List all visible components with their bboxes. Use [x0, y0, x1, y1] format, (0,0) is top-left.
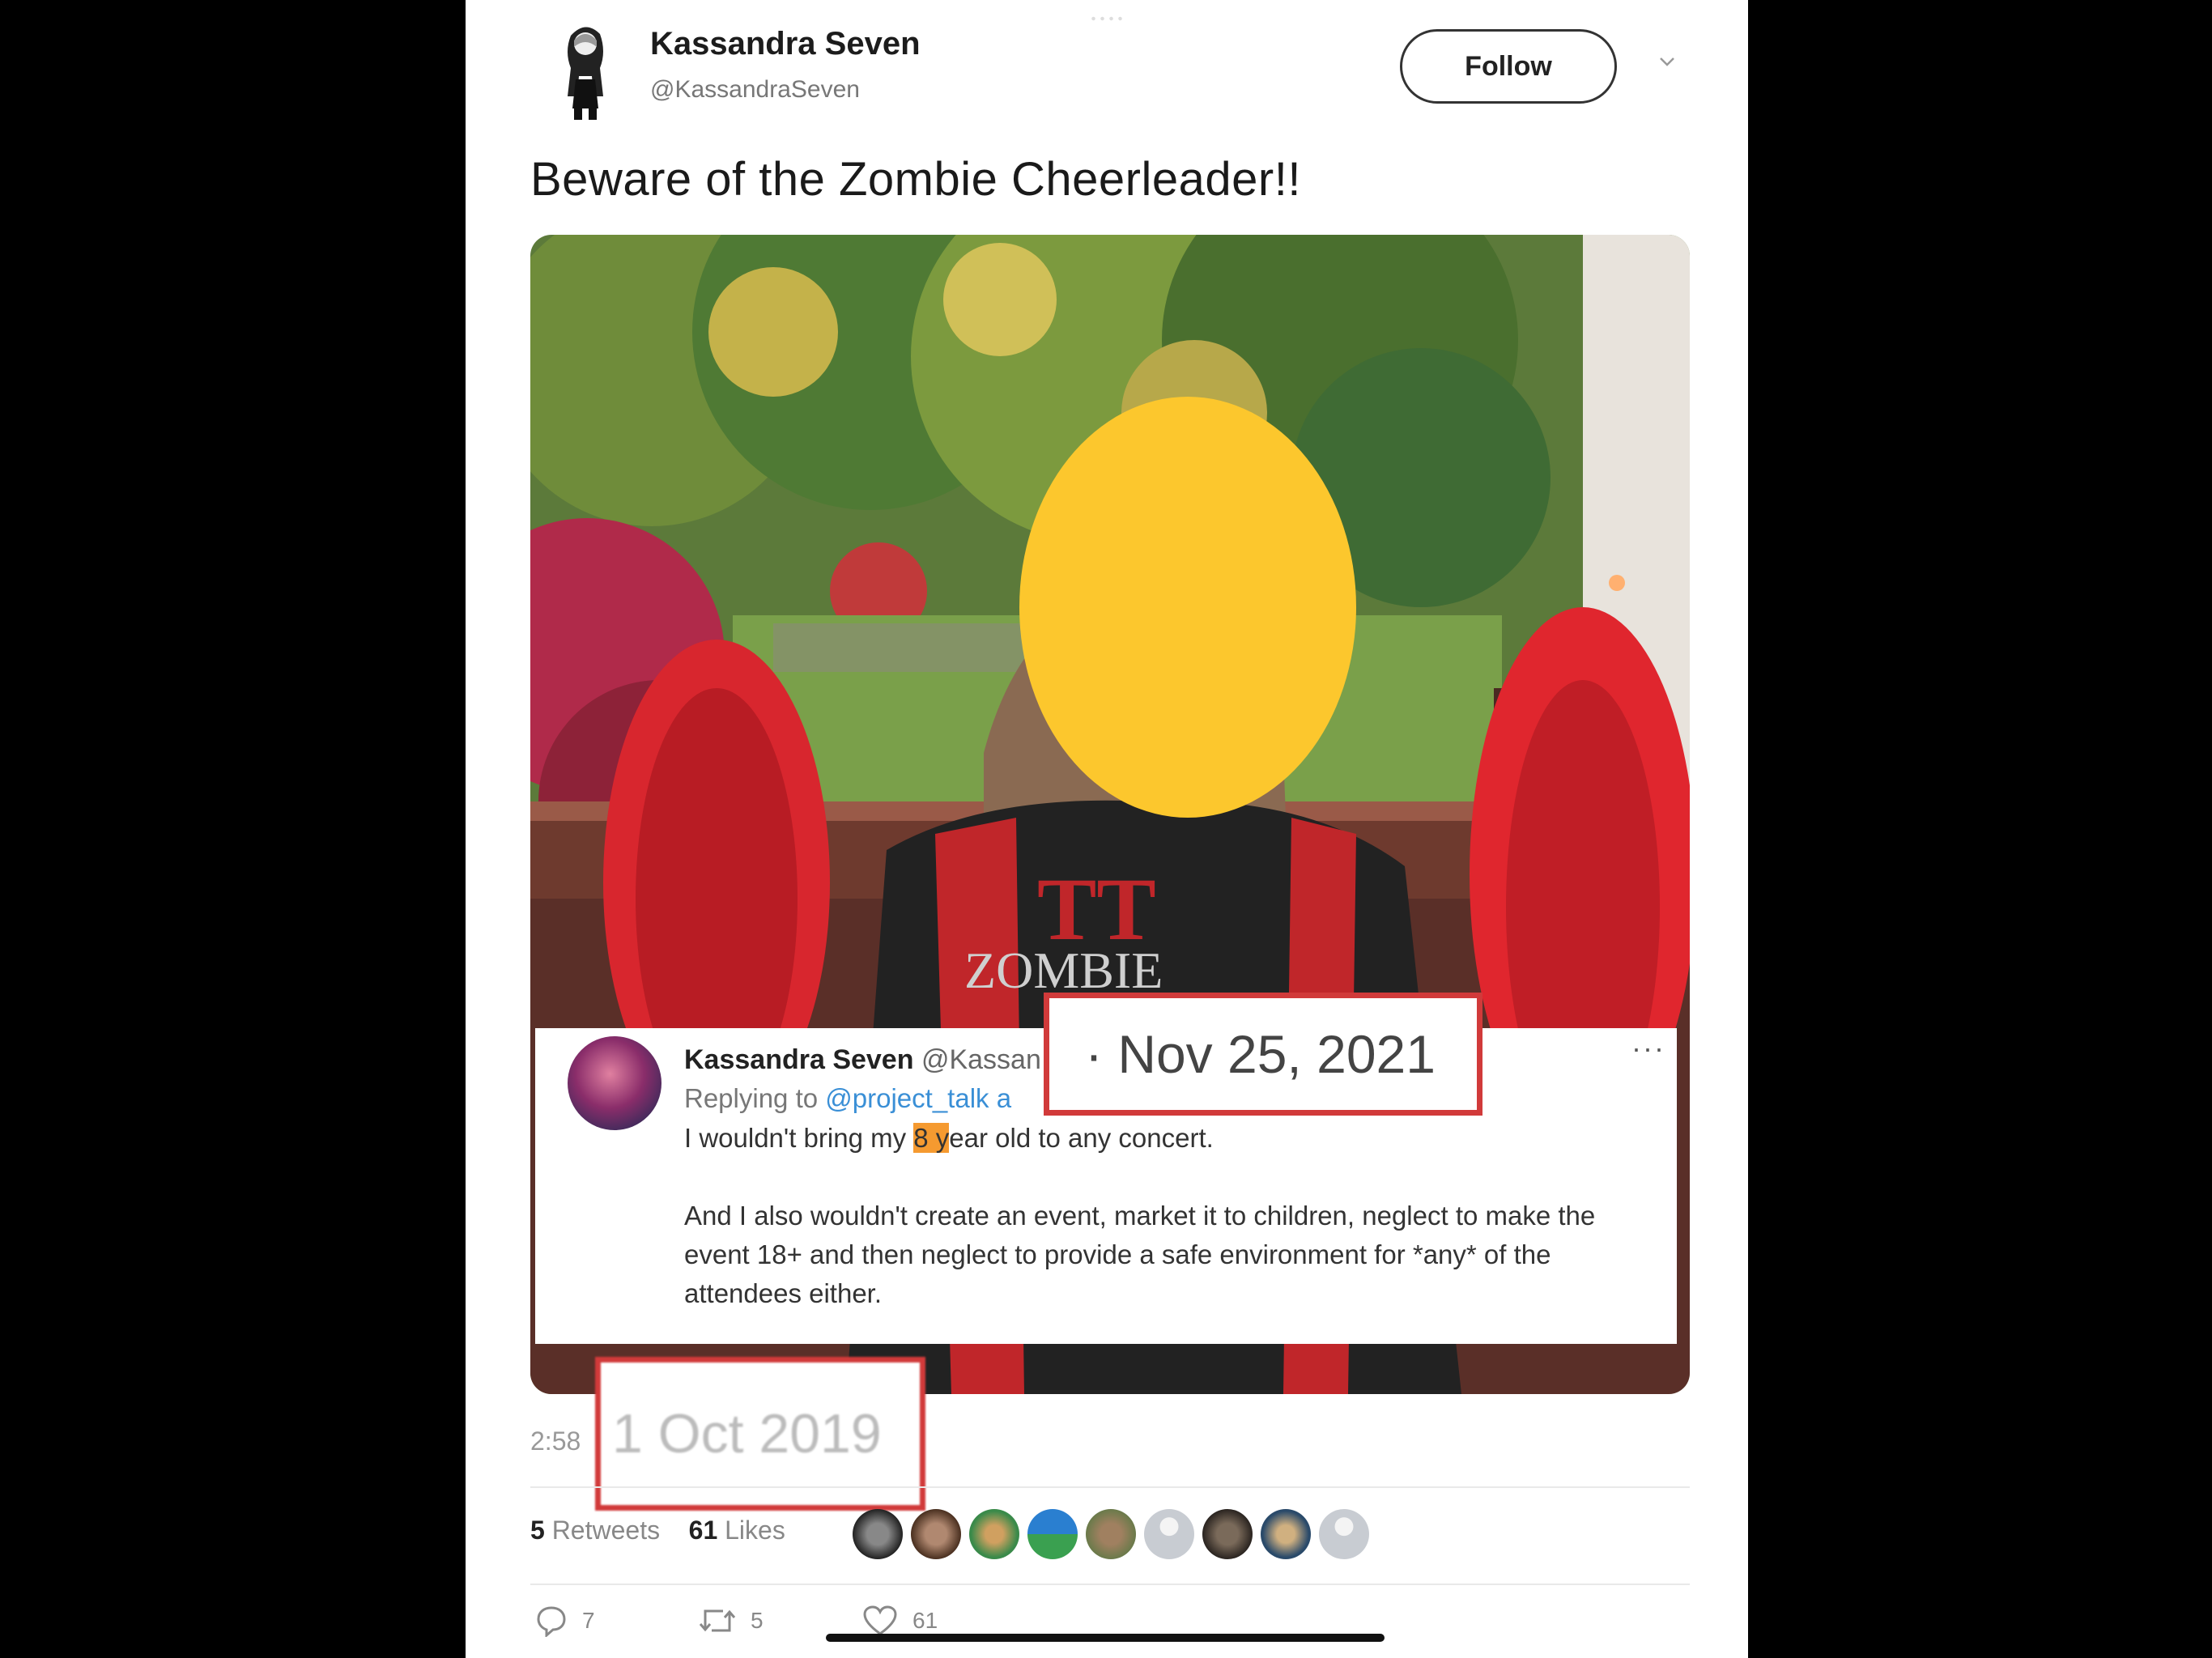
retweets-stat[interactable]: 5 Retweets	[530, 1516, 660, 1545]
tweet-time: 2:58	[530, 1426, 581, 1456]
tweet-panel: Kassandra Seven @KassandraSeven Follow B…	[466, 0, 1748, 1658]
highlight-mark: 8 y	[913, 1123, 950, 1153]
tweet-text: Beware of the Zombie Cheerleader!!	[530, 153, 1301, 206]
more-options-icon[interactable]: ···	[1631, 1031, 1665, 1065]
liker-avatar[interactable]	[969, 1509, 1019, 1559]
liker-avatar[interactable]	[1027, 1509, 1078, 1559]
embedded-avatar[interactable]	[568, 1036, 661, 1130]
tweet-photo[interactable]: TT ZOMBIE Kassandra Seven @Kassan ··· Re…	[530, 235, 1690, 1394]
author-name[interactable]: Kassandra Seven	[650, 26, 921, 62]
heart-icon	[863, 1605, 897, 1635]
home-indicator[interactable]	[826, 1634, 1385, 1642]
embedded-author[interactable]: Kassandra Seven @Kassan	[684, 1044, 1041, 1076]
liker-avatar[interactable]	[1202, 1509, 1253, 1559]
svg-text:ZOMBIE: ZOMBIE	[964, 942, 1163, 999]
divider	[530, 1584, 1690, 1585]
follow-button[interactable]: Follow	[1400, 29, 1617, 104]
liker-avatar[interactable]	[1319, 1509, 1369, 1559]
chevron-down-icon[interactable]	[1659, 53, 1675, 70]
embedded-reply-text: I wouldn't bring my 8 year old to any co…	[684, 1123, 1596, 1308]
like-action[interactable]: 61	[862, 1605, 938, 1637]
annotation-box-reply-date: · Nov 25, 2021	[1044, 993, 1482, 1116]
liker-avatars	[853, 1509, 1369, 1561]
engagement-stats: 5 Retweets 61 Likes	[530, 1516, 785, 1545]
retweet-icon	[699, 1609, 736, 1632]
likes-stat[interactable]: 61 Likes	[689, 1516, 785, 1545]
divider	[530, 1486, 1690, 1488]
liker-avatar[interactable]	[911, 1509, 961, 1559]
liker-avatar[interactable]	[1261, 1509, 1311, 1559]
reply-icon	[537, 1606, 566, 1637]
author-avatar[interactable]	[547, 19, 624, 123]
liker-avatar[interactable]	[1086, 1509, 1136, 1559]
liker-avatar[interactable]	[1144, 1509, 1194, 1559]
author-handle[interactable]: @KassandraSeven	[650, 76, 860, 104]
drag-grip[interactable]	[1089, 16, 1125, 21]
replying-to-link[interactable]: @project_talk a	[825, 1083, 1011, 1113]
replying-to: Replying to @project_talk a	[684, 1083, 1012, 1113]
reply-action[interactable]: 7	[535, 1605, 595, 1637]
retweet-action[interactable]: 5	[699, 1605, 764, 1637]
liker-avatar[interactable]	[853, 1509, 903, 1559]
